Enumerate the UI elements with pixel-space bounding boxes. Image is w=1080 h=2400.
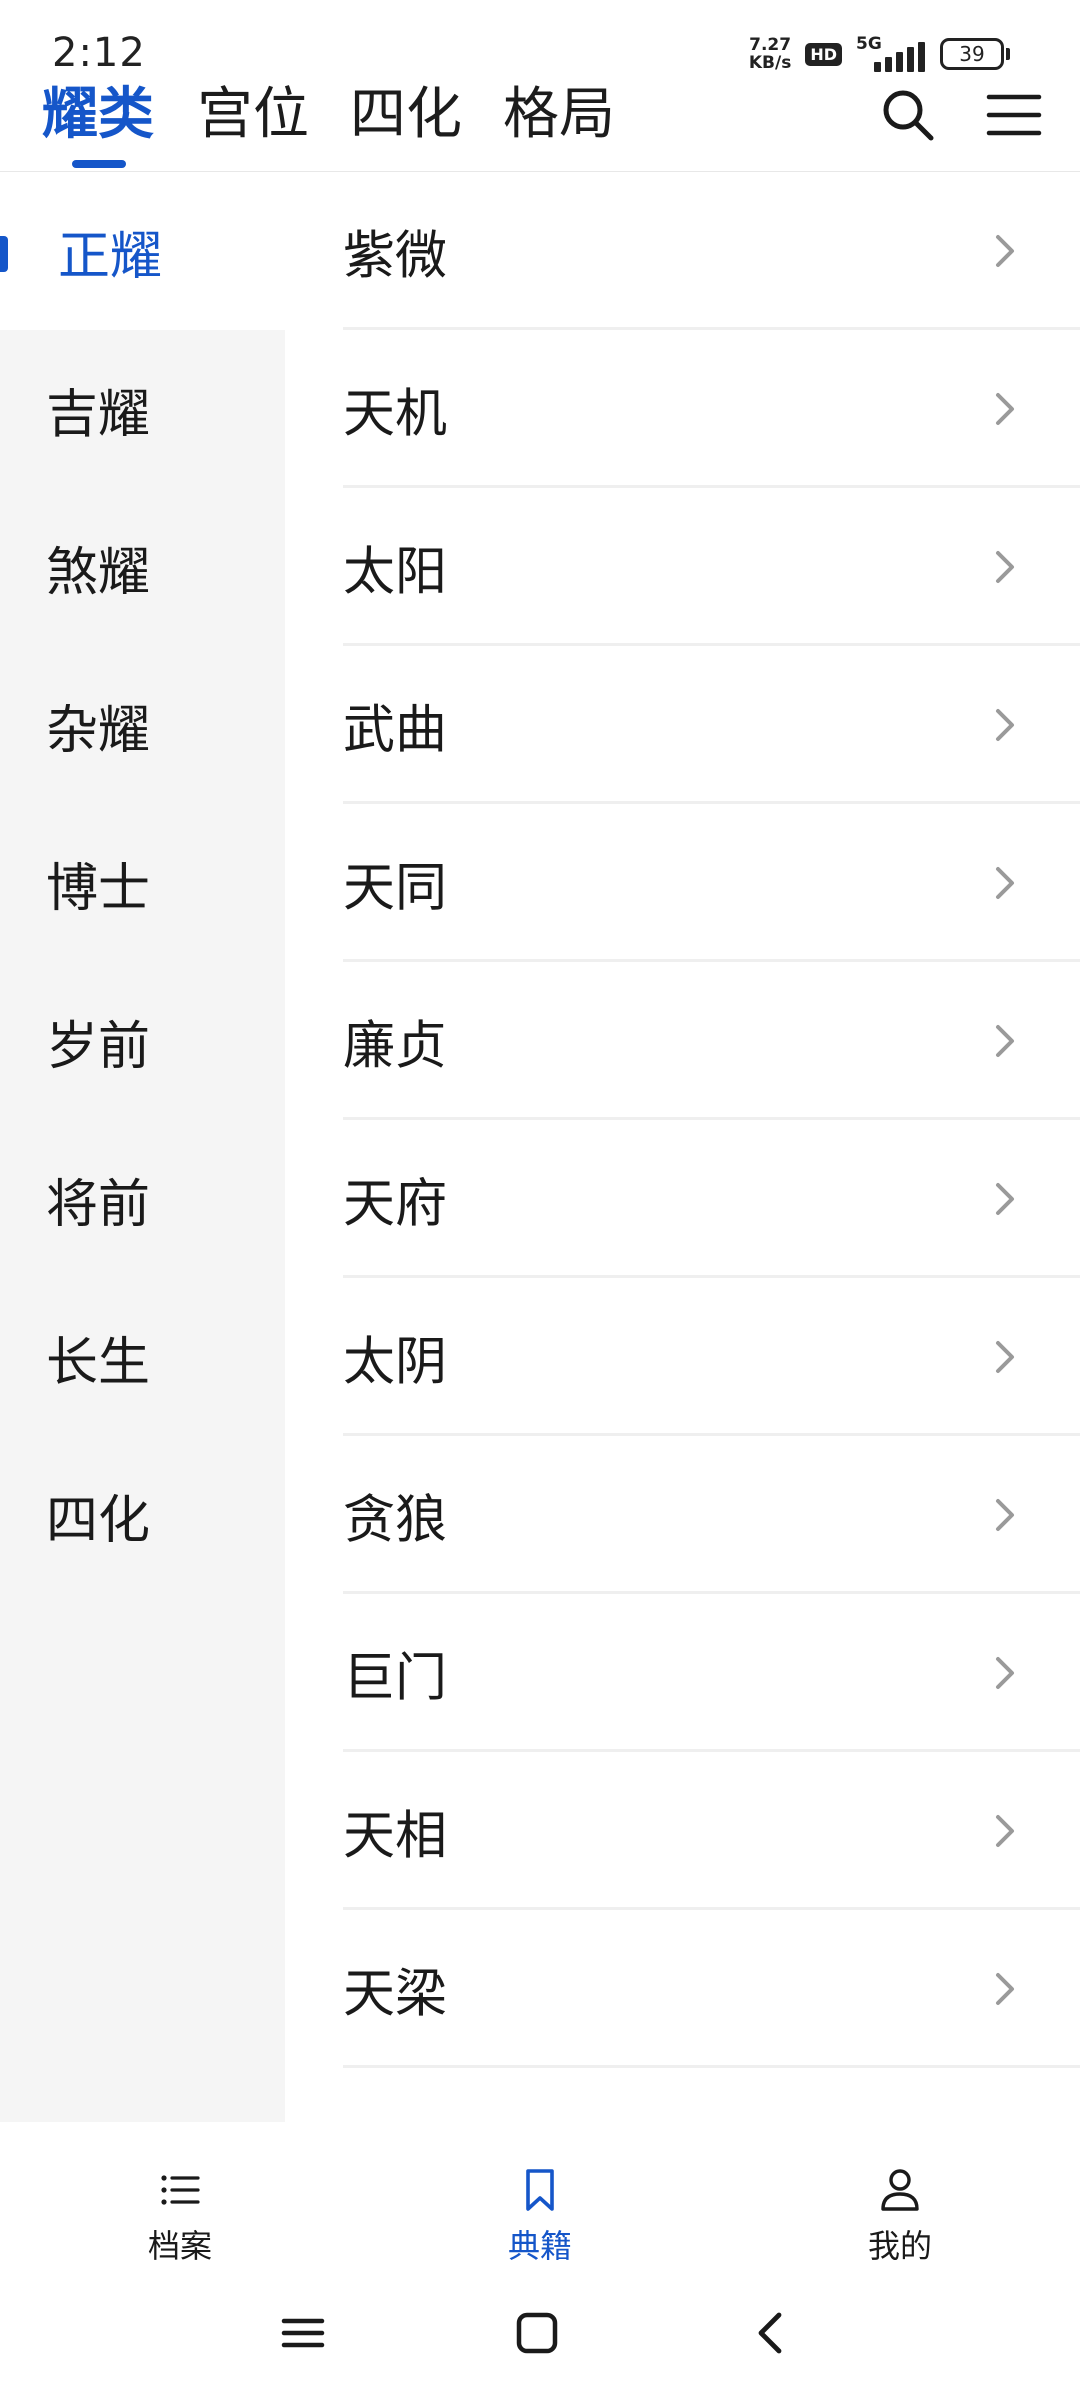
star-name: 紫微 (343, 226, 448, 287)
hd-badge: HD (805, 42, 842, 66)
signal-icon: 5G (856, 34, 926, 72)
chevron-right-icon (996, 1657, 1014, 1689)
active-tab-indicator (72, 160, 126, 168)
tab-star-types[interactable]: 耀类 (42, 80, 154, 150)
network-speed-value: 7.27 (749, 35, 792, 55)
star-list-item[interactable]: 太阳 (285, 488, 1080, 646)
sidebar-item-label: 杂耀 (46, 700, 151, 761)
star-name: 天机 (343, 384, 448, 445)
bottom-nav-label: 典籍 (507, 2227, 572, 2265)
star-list: 紫微天机太阳武曲天同廉贞天府太阴贪狼巨门天相天梁 (285, 172, 1080, 2122)
chevron-right-icon (996, 235, 1014, 267)
star-list-item[interactable]: 天同 (285, 804, 1080, 962)
user-icon (881, 2169, 919, 2211)
chevron-right-icon (996, 709, 1014, 741)
chevron-right-icon (996, 1341, 1014, 1373)
sidebar-item-label: 煞耀 (46, 542, 151, 603)
star-name: 天府 (343, 1174, 448, 1235)
sidebar-item-minor-stars[interactable]: 杂耀 (0, 646, 285, 804)
star-name: 天同 (343, 858, 448, 919)
tab-palaces[interactable]: 宫位 (197, 80, 309, 150)
chevron-right-icon (996, 1815, 1014, 1847)
network-speed: 7.27 KB/s (749, 36, 791, 72)
star-list-item[interactable]: 天机 (285, 330, 1080, 488)
chevron-right-icon (996, 393, 1014, 425)
star-name: 太阳 (343, 542, 448, 603)
star-list-item[interactable]: 廉贞 (285, 962, 1080, 1120)
sidebar-item-jiangqian[interactable]: 将前 (0, 1120, 285, 1278)
chevron-right-icon (996, 551, 1014, 583)
bottom-nav: 档案 典籍 我的 (0, 2125, 1080, 2275)
sidebar-item-label: 岁前 (46, 1016, 151, 1077)
bookmark-icon (526, 2169, 554, 2211)
star-list-item[interactable]: 贪狼 (285, 1436, 1080, 1594)
chevron-right-icon (996, 1025, 1014, 1057)
status-bar: 2:12 7.27 KB/s HD 5G 39 (0, 0, 1080, 90)
back-icon[interactable] (735, 2303, 805, 2363)
sidebar-item-suiqian[interactable]: 岁前 (0, 962, 285, 1120)
star-name: 廉贞 (343, 1016, 448, 1077)
star-list-item[interactable]: 武曲 (285, 646, 1080, 804)
sidebar-item-changsheng[interactable]: 长生 (0, 1278, 285, 1436)
network-speed-unit: KB/s (748, 53, 792, 73)
bottom-nav-label: 档案 (147, 2227, 212, 2265)
status-time: 2:12 (52, 30, 146, 76)
star-list-item[interactable]: 紫微 (285, 172, 1080, 330)
top-tab-bar: 耀类 宫位 四化 格局 (0, 80, 1080, 172)
battery-icon: 39 (940, 38, 1010, 70)
star-name: 武曲 (343, 700, 448, 761)
star-name: 天相 (343, 1806, 448, 1867)
star-list-item[interactable]: 天梁 (285, 1910, 1080, 2068)
row-divider (343, 2065, 1080, 2068)
chevron-right-icon (996, 867, 1014, 899)
status-indicators: 7.27 KB/s HD 5G 39 (749, 34, 1010, 72)
chevron-right-icon (996, 1183, 1014, 1215)
sidebar-item-label: 将前 (46, 1174, 151, 1235)
sidebar-item-sihua[interactable]: 四化 (0, 1436, 285, 1594)
sidebar-item-label: 博士 (46, 858, 151, 919)
sidebar-item-major-stars[interactable]: 正耀 (0, 172, 285, 330)
star-list-item[interactable]: 巨门 (285, 1594, 1080, 1752)
menu-icon[interactable] (984, 85, 1044, 145)
bottom-nav-profiles[interactable]: 档案 (80, 2165, 280, 2267)
star-list-item[interactable]: 天相 (285, 1752, 1080, 1910)
chevron-right-icon (996, 1973, 1014, 2005)
recent-apps-icon[interactable] (268, 2303, 338, 2363)
star-name: 太阴 (343, 1332, 448, 1393)
star-name: 巨门 (343, 1648, 448, 1709)
system-nav-bar (0, 2275, 1080, 2400)
bottom-nav-me[interactable]: 我的 (800, 2165, 1000, 2267)
app-screen: 2:12 7.27 KB/s HD 5G 39 耀类 宫位 四化 格局 正耀 吉… (0, 0, 1080, 2400)
sidebar-item-label: 正耀 (58, 226, 163, 287)
bottom-nav-classics[interactable]: 典籍 (440, 2165, 640, 2267)
star-name: 天梁 (343, 1964, 448, 2025)
active-category-indicator (0, 236, 8, 272)
sidebar-item-label: 长生 (46, 1332, 151, 1393)
search-icon[interactable] (878, 85, 938, 145)
sidebar-item-malefic-stars[interactable]: 煞耀 (0, 488, 285, 646)
list-icon (161, 2175, 200, 2205)
battery-level: 39 (959, 42, 985, 66)
category-sidebar: 正耀 吉耀 煞耀 杂耀 博士 岁前 将前 长生 四化 (0, 172, 285, 2122)
home-icon[interactable] (502, 2303, 572, 2363)
star-name: 贪狼 (343, 1490, 448, 1551)
star-list-item[interactable]: 太阴 (285, 1278, 1080, 1436)
tab-patterns[interactable]: 格局 (503, 80, 615, 150)
star-list-item[interactable]: 天府 (285, 1120, 1080, 1278)
bottom-nav-label: 我的 (867, 2227, 932, 2265)
sidebar-item-boshi[interactable]: 博士 (0, 804, 285, 962)
sidebar-item-auspicious-stars[interactable]: 吉耀 (0, 330, 285, 488)
chevron-right-icon (996, 1499, 1014, 1531)
sidebar-item-label: 四化 (46, 1490, 151, 1551)
tab-four-transformations[interactable]: 四化 (350, 80, 462, 150)
sidebar-item-label: 吉耀 (46, 384, 151, 445)
